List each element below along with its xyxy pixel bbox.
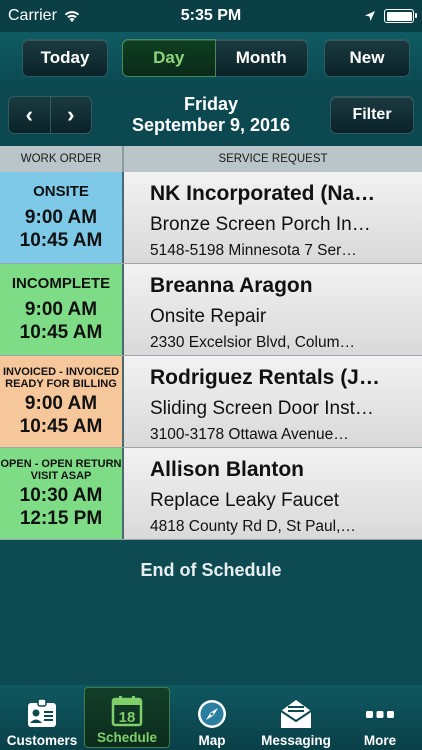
tab-customers[interactable]: Customers xyxy=(0,685,84,750)
status-label: INVOICED - INVOICED READY FOR BILLING xyxy=(2,365,120,390)
current-date: Friday September 9, 2016 xyxy=(92,94,330,136)
status-time: 5:35 PM xyxy=(180,7,242,24)
start-time: 9:00 AM xyxy=(24,206,98,228)
table-row[interactable]: ONSITE 9:00 AM 10:45 AM NK Incorporated … xyxy=(0,172,422,264)
calendar-day-number: 18 xyxy=(119,709,136,726)
customers-icon xyxy=(28,698,56,727)
status-right xyxy=(274,9,417,23)
current-date-label: September 9, 2016 xyxy=(131,115,291,135)
tab-label: Schedule xyxy=(96,730,158,745)
chevron-right-icon: › xyxy=(67,102,75,127)
work-order-cell: INVOICED - INVOICED READY FOR BILLING 9:… xyxy=(0,356,124,447)
tab-schedule[interactable]: 18 Schedule xyxy=(84,687,170,748)
customer-name: Allison Blanton xyxy=(150,458,304,481)
status-label: INCOMPLETE xyxy=(11,274,111,292)
date-bar: ‹ › Friday September 9, 2016 Filter xyxy=(0,84,422,146)
view-segmented-control: Day Month xyxy=(122,39,308,77)
service-description: Bronze Screen Porch In… xyxy=(150,214,371,235)
work-order-cell: INCOMPLETE 9:00 AM 10:45 AM xyxy=(0,264,124,355)
tab-label: More xyxy=(363,733,397,748)
customer-name: NK Incorporated (Na… xyxy=(150,182,376,205)
tab-label: Map xyxy=(198,733,226,748)
day-view-button[interactable]: Day xyxy=(122,39,216,77)
envelope-icon xyxy=(280,700,312,728)
status-bar: Carrier 5:35 PM xyxy=(0,0,422,32)
tab-messaging[interactable]: Messaging xyxy=(254,685,338,750)
battery-icon xyxy=(384,9,417,23)
schedule-toolbar: Today Day Month New xyxy=(0,32,422,84)
service-request-header: SERVICE REQUEST xyxy=(124,146,422,172)
tab-map[interactable]: Map xyxy=(170,685,254,750)
prev-day-button[interactable]: ‹ xyxy=(8,96,51,134)
work-order-header: WORK ORDER xyxy=(0,146,124,172)
start-time: 9:00 AM xyxy=(24,298,98,320)
work-order-cell: OPEN - OPEN RETURN VISIT ASAP 10:30 AM 1… xyxy=(0,448,124,539)
tab-label: Customers xyxy=(6,733,78,748)
address: 4818 County Rd D, St Paul,… xyxy=(150,518,356,535)
start-time: 10:30 AM xyxy=(19,484,103,506)
filter-button[interactable]: Filter xyxy=(330,96,414,134)
end-time: 10:45 AM xyxy=(19,321,103,343)
tab-label: Messaging xyxy=(261,733,331,748)
customer-name: Breanna Aragon xyxy=(150,274,313,297)
work-order-cell: ONSITE 9:00 AM 10:45 AM xyxy=(0,172,124,263)
calendar-icon: 18 xyxy=(111,696,143,727)
tab-bar: Customers 18 Schedule Map Messaging More xyxy=(0,685,422,750)
service-description: Sliding Screen Door Inst… xyxy=(150,398,374,419)
today-button[interactable]: Today xyxy=(22,39,108,77)
start-time: 9:00 AM xyxy=(24,392,98,414)
table-header: WORK ORDER SERVICE REQUEST xyxy=(0,146,422,172)
service-request-cell: NK Incorporated (Na… Bronze Screen Porch… xyxy=(124,172,422,263)
service-request-cell: Allison Blanton Replace Leaky Faucet 481… xyxy=(124,448,422,539)
chevron-left-icon: ‹ xyxy=(25,102,33,127)
tab-more[interactable]: More xyxy=(338,685,422,750)
end-time: 10:45 AM xyxy=(19,229,103,251)
end-time: 10:45 AM xyxy=(19,415,103,437)
compass-icon xyxy=(198,700,226,728)
table-row[interactable]: INCOMPLETE 9:00 AM 10:45 AM Breanna Arag… xyxy=(0,264,422,356)
more-dots-icon xyxy=(366,711,394,718)
service-request-cell: Rodriguez Rentals (J… Sliding Screen Doo… xyxy=(124,356,422,447)
new-button[interactable]: New xyxy=(324,39,410,77)
end-of-schedule-label: End of Schedule xyxy=(140,560,282,580)
carrier-info: Carrier xyxy=(8,7,148,25)
address: 5148-5198 Minnesota 7 Ser… xyxy=(150,242,357,259)
status-label: OPEN - OPEN RETURN VISIT ASAP xyxy=(0,457,122,482)
month-view-button[interactable]: Month xyxy=(215,39,308,77)
status-label: ONSITE xyxy=(33,182,89,200)
location-arrow-icon xyxy=(365,11,375,21)
table-row[interactable]: OPEN - OPEN RETURN VISIT ASAP 10:30 AM 1… xyxy=(0,448,422,540)
service-description: Replace Leaky Faucet xyxy=(150,490,340,511)
table-row[interactable]: INVOICED - INVOICED READY FOR BILLING 9:… xyxy=(0,356,422,448)
current-weekday: Friday xyxy=(183,94,239,114)
wifi-icon xyxy=(64,11,80,22)
address: 2330 Excelsior Blvd, Colum… xyxy=(150,334,356,351)
schedule-list: ONSITE 9:00 AM 10:45 AM NK Incorporated … xyxy=(0,172,422,540)
service-description: Onsite Repair xyxy=(150,306,267,327)
address: 3100-3178 Ottawa Avenue… xyxy=(150,426,349,443)
service-request-cell: Breanna Aragon Onsite Repair 2330 Excels… xyxy=(124,264,422,355)
end-time: 12:15 PM xyxy=(19,507,103,529)
carrier-label: Carrier xyxy=(8,7,57,24)
next-day-button[interactable]: › xyxy=(50,96,92,134)
customer-name: Rodriguez Rentals (J… xyxy=(150,366,380,389)
date-nav-group: ‹ › xyxy=(8,96,92,134)
